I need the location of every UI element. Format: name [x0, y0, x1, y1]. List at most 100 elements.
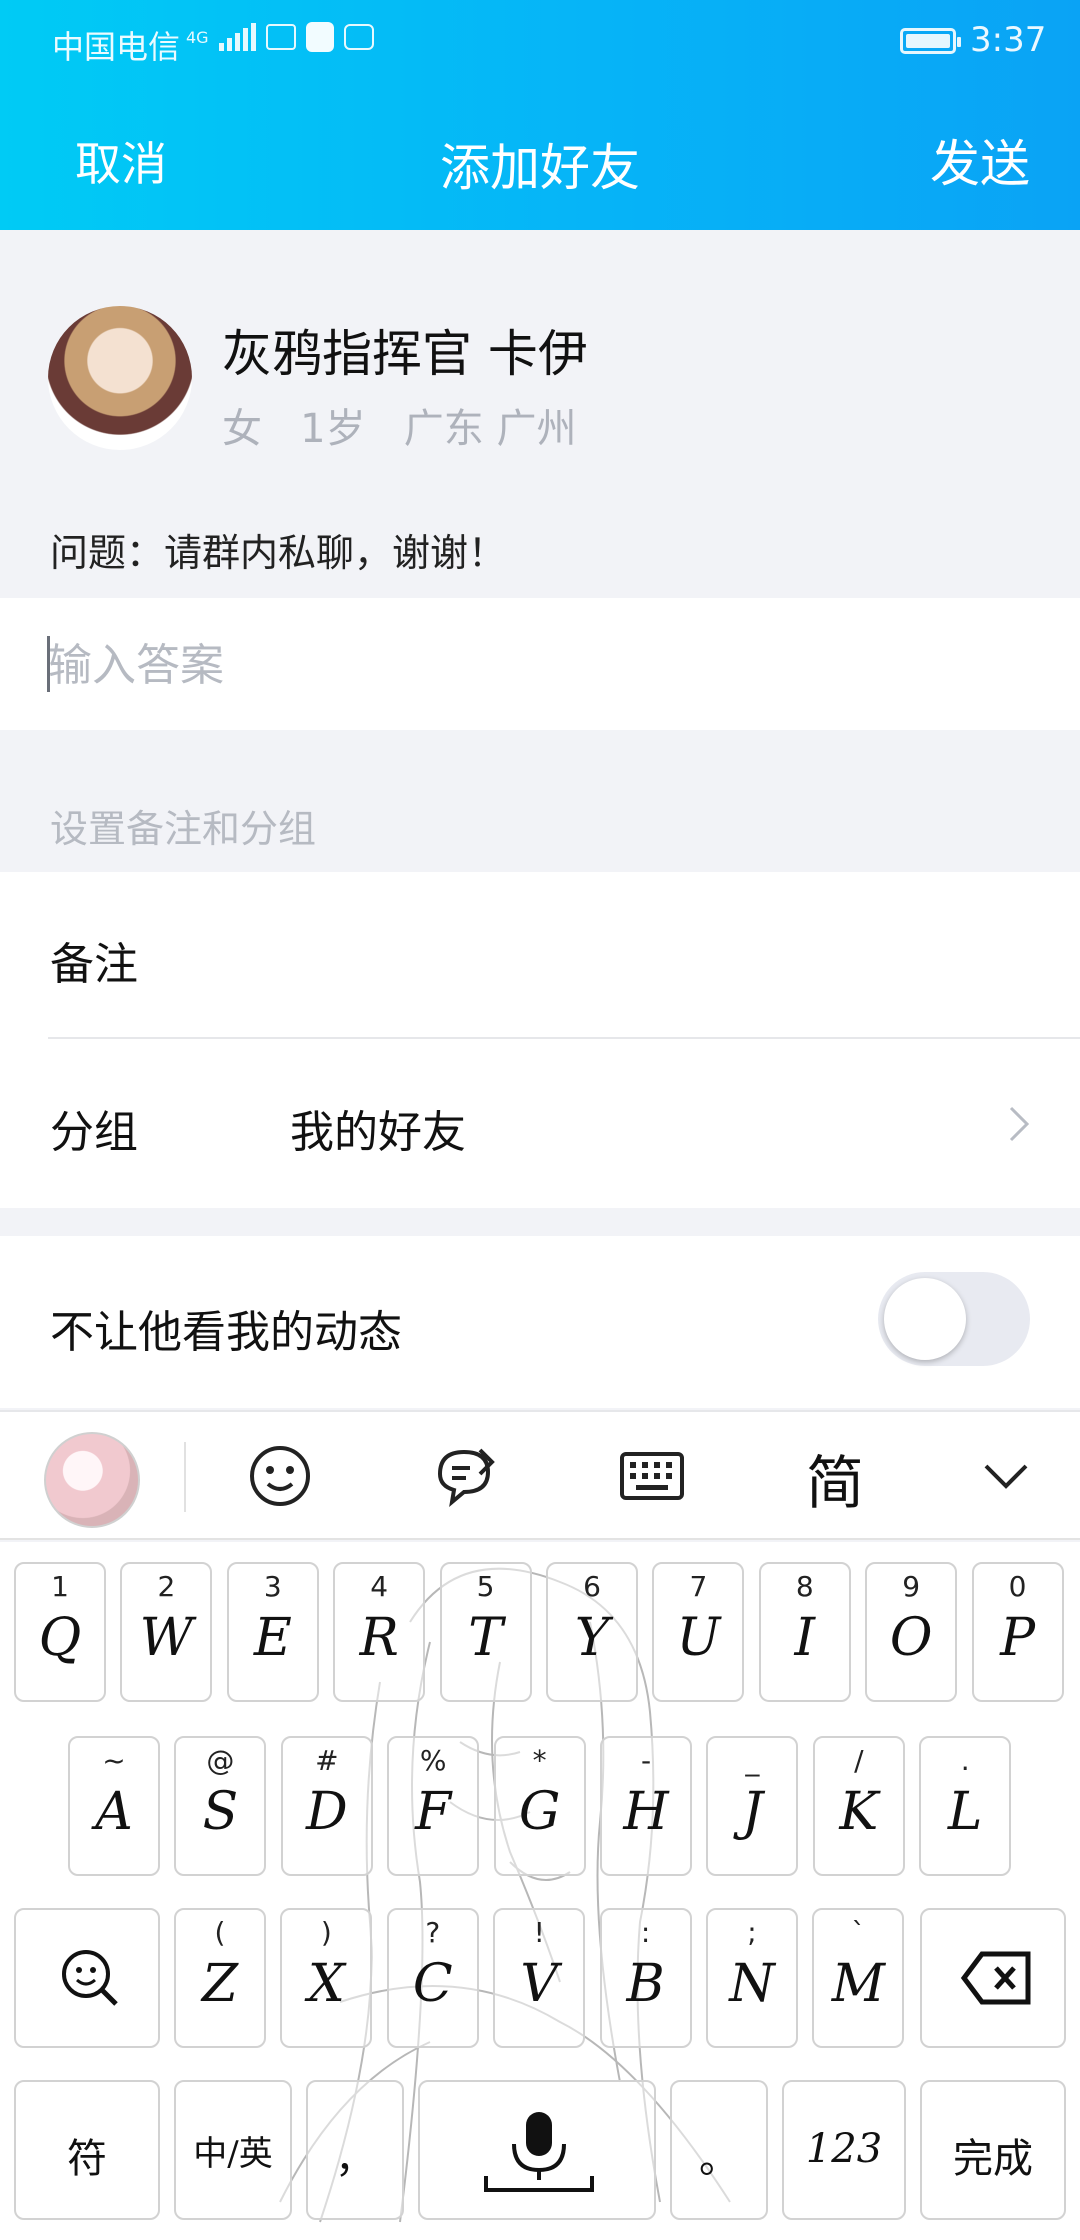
- privacy-toggle[interactable]: [878, 1272, 1030, 1366]
- verification-question: 问题：请群内私聊，谢谢！: [50, 531, 507, 575]
- key-p[interactable]: 0P: [971, 1562, 1064, 1702]
- shield-icon: [305, 22, 334, 52]
- key-j[interactable]: _ J: [706, 1736, 799, 1876]
- key-v[interactable]: ! V: [493, 1908, 586, 2048]
- key-k[interactable]: / K: [812, 1736, 905, 1876]
- key-d[interactable]: # D: [280, 1736, 373, 1876]
- key-label: V: [520, 1954, 558, 2014]
- key-w[interactable]: 2W: [120, 1562, 213, 1702]
- key-secondary-label: 7: [689, 1570, 708, 1603]
- key-label: X: [307, 1954, 345, 2014]
- key-s[interactable]: @ S: [174, 1736, 267, 1876]
- key-m[interactable]: ` M: [812, 1908, 905, 2048]
- done-key-label: 完成: [953, 2136, 1033, 2182]
- privacy-label: 不让他看我的动态: [50, 1307, 402, 1358]
- profile-location: 广东 广州: [403, 406, 577, 452]
- key-g[interactable]: * G: [493, 1736, 586, 1876]
- key-label: S: [202, 1782, 239, 1842]
- simplified-chinese-toggle[interactable]: 简: [806, 1436, 864, 1520]
- remark-label: 备注: [50, 939, 138, 990]
- key-c[interactable]: ? C: [386, 1908, 479, 2048]
- app-header: 中国电信 4G 3:37 取消 添加好友 发送: [0, 0, 1080, 230]
- key-secondary-label: ~: [102, 1744, 126, 1777]
- microphone-icon: [484, 2112, 594, 2192]
- key-secondary-label: .: [960, 1744, 970, 1777]
- key-r[interactable]: 4R: [333, 1562, 426, 1702]
- key-label: W: [139, 1608, 194, 1668]
- key-label: F: [415, 1782, 452, 1842]
- group-row[interactable]: 分组 我的好友: [0, 1040, 1080, 1208]
- key-z[interactable]: (Z: [174, 1908, 266, 2048]
- key-i[interactable]: 8I: [758, 1562, 851, 1702]
- key-label: H: [623, 1782, 669, 1842]
- key-y[interactable]: 6Y: [546, 1562, 638, 1702]
- voice-search-key[interactable]: [14, 1908, 160, 2048]
- page-title: 添加好友: [440, 139, 640, 197]
- key-secondary-label: /: [854, 1744, 864, 1777]
- key-secondary-label: -: [640, 1744, 652, 1777]
- key-label: E: [253, 1608, 292, 1668]
- key-o[interactable]: 9O: [865, 1562, 958, 1702]
- symbols-key[interactable]: 符: [14, 2080, 160, 2220]
- send-button[interactable]: 发送: [930, 124, 1030, 196]
- section-title: 设置备注和分组: [50, 807, 317, 851]
- profile-meta: 女 1岁 广东 广州: [222, 396, 576, 454]
- key-secondary-label: 1: [51, 1570, 69, 1603]
- key-b[interactable]: :B: [599, 1908, 692, 2048]
- profile-gender: 女: [222, 406, 262, 452]
- key-x[interactable]: ) X: [280, 1908, 373, 2048]
- key-h[interactable]: -H: [600, 1736, 692, 1876]
- remark-row[interactable]: 备注: [0, 872, 1080, 1040]
- key-secondary-label: (: [214, 1916, 226, 1949]
- comma-key[interactable]: ，: [306, 2080, 404, 2220]
- space-key[interactable]: [418, 2080, 656, 2220]
- language-switch-key[interactable]: 中/英: [174, 2080, 292, 2220]
- backspace-key[interactable]: [920, 1908, 1066, 2048]
- key-e[interactable]: 3E: [226, 1562, 319, 1702]
- key-secondary-label: 4: [370, 1570, 389, 1603]
- keyboard: 1Q2W3E4R5T6Y7U8I9O0P ~ A @ S # D% F * G - H _ J / K. L …: [0, 1542, 1080, 2240]
- key-t[interactable]: 5T: [439, 1562, 532, 1702]
- emoji-icon[interactable]: [244, 1440, 316, 1512]
- key-a[interactable]: ~ A: [68, 1736, 160, 1876]
- chevron-down-icon[interactable]: [970, 1440, 1042, 1512]
- done-key[interactable]: 完成: [920, 2080, 1066, 2220]
- avatar[interactable]: [48, 306, 192, 450]
- answer-field-container: [0, 598, 1080, 730]
- profile-card: 灰鸦指挥官 卡伊 女 1岁 广东 广州 问题：请群内私聊，谢谢！: [0, 230, 1080, 598]
- key-n[interactable]: ; N: [706, 1908, 798, 2048]
- key-q[interactable]: 1Q: [14, 1562, 106, 1702]
- quick-phrase-icon[interactable]: [430, 1440, 502, 1512]
- key-secondary-label: 2: [157, 1570, 176, 1603]
- key-secondary-label: 0: [1008, 1570, 1027, 1603]
- key-label: T: [468, 1608, 503, 1668]
- key-label: P: [1000, 1608, 1036, 1668]
- app-notification-icon: [343, 24, 374, 50]
- key-label: I: [794, 1608, 816, 1668]
- key-label: C: [412, 1954, 453, 2014]
- numbers-key[interactable]: 123: [782, 2080, 906, 2220]
- language-switch-label: 中/英: [193, 2134, 273, 2174]
- keyboard-icon[interactable]: [616, 1440, 688, 1512]
- text-cursor: [47, 636, 50, 692]
- key-secondary-label: ;: [747, 1916, 757, 1949]
- group-value: 我的好友: [290, 1107, 466, 1158]
- key-secondary-label: !: [533, 1916, 545, 1949]
- key-label: R: [359, 1608, 399, 1668]
- answer-input[interactable]: [48, 630, 1028, 700]
- key-secondary-label: 6: [583, 1570, 601, 1603]
- key-u[interactable]: 7U: [652, 1562, 745, 1702]
- profile-age: 1岁: [300, 406, 366, 452]
- key-l[interactable]: .L: [919, 1736, 1012, 1876]
- key-secondary-label: ): [320, 1916, 332, 1949]
- key-secondary-label: 9: [902, 1570, 921, 1603]
- key-f[interactable]: % F: [387, 1736, 480, 1876]
- backspace-icon: [960, 1951, 1031, 2005]
- carrier-name: 中国电信: [52, 28, 181, 66]
- chevron-right-icon: [1009, 1106, 1030, 1142]
- keyboard-theme-button[interactable]: [44, 1432, 140, 1528]
- signal-icon: [218, 23, 256, 51]
- key-label: D: [305, 1782, 348, 1842]
- period-key[interactable]: 。: [670, 2080, 768, 2220]
- key-secondary-label: 8: [795, 1570, 814, 1603]
